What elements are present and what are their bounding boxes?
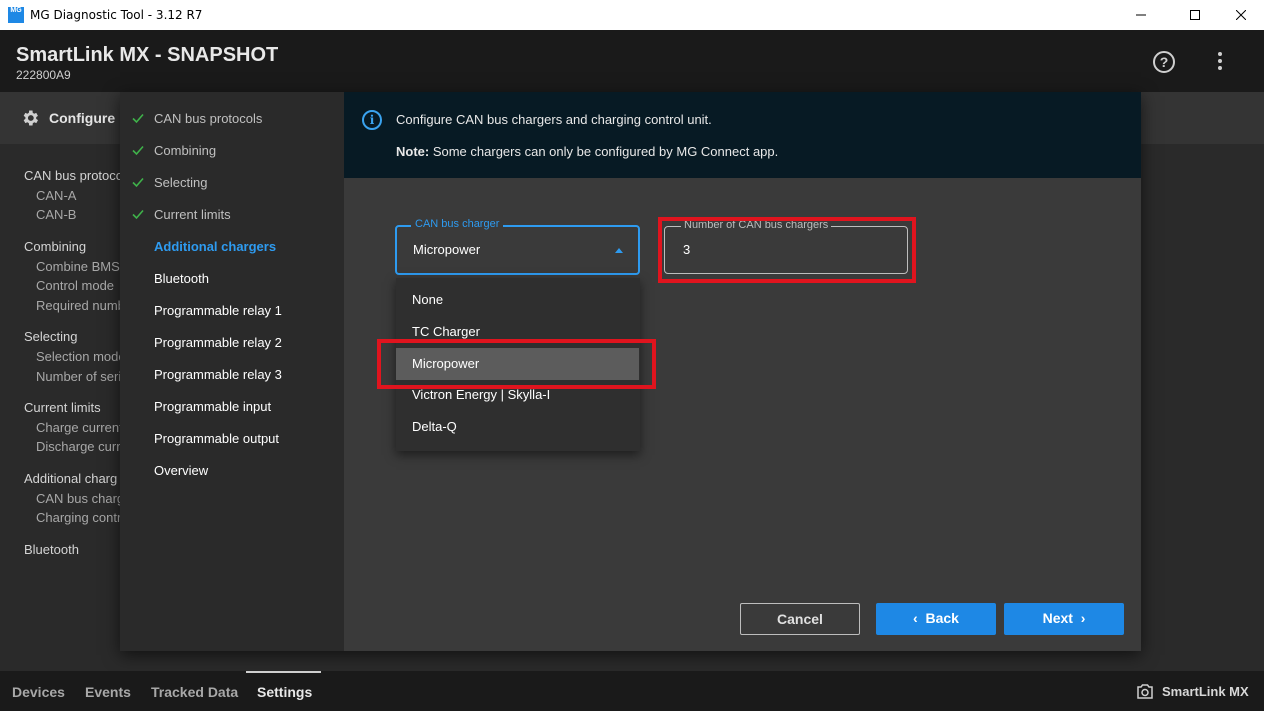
maximize-button[interactable]: [1172, 0, 1218, 30]
close-button[interactable]: [1218, 0, 1264, 30]
help-icon[interactable]: ?: [1153, 51, 1175, 73]
bg-item[interactable]: Required numb: [36, 298, 125, 313]
app-header: SmartLink MX - SNAPSHOT 222800A9 ?: [0, 30, 1264, 92]
caret-up-icon: [615, 248, 623, 253]
bottom-nav: Devices Events Tracked Data Settings Sma…: [0, 671, 1264, 711]
step-programmable-relay-1[interactable]: Programmable relay 1: [154, 303, 282, 318]
bg-group[interactable]: Combining: [24, 239, 86, 254]
bg-group[interactable]: Additional charg: [24, 471, 117, 486]
note-text: Some chargers can only be configured by …: [429, 144, 779, 159]
highlight-box: [658, 217, 916, 283]
step-programmable-relay-3[interactable]: Programmable relay 3: [154, 367, 282, 382]
device-title: SmartLink MX - SNAPSHOT: [16, 44, 279, 66]
minimize-icon: [1136, 14, 1146, 16]
info-note: Note: Some chargers can only be configur…: [396, 144, 778, 159]
step-overview[interactable]: Overview: [154, 463, 208, 478]
cancel-button[interactable]: Cancel: [740, 603, 860, 635]
step-bluetooth[interactable]: Bluetooth: [154, 271, 209, 286]
highlight-box: [377, 339, 656, 389]
info-text: Configure CAN bus chargers and charging …: [396, 112, 712, 127]
check-icon: [132, 177, 144, 188]
can-bus-charger-label: CAN bus charger: [411, 218, 504, 230]
configuration-wizard-dialog: CAN bus protocols Combining Selecting Cu…: [120, 92, 1141, 651]
bg-group[interactable]: Current limits: [24, 400, 101, 415]
bg-item[interactable]: Charging contr: [36, 510, 121, 525]
camera-icon[interactable]: [1136, 684, 1154, 699]
step-combining[interactable]: Combining: [154, 143, 216, 158]
bg-group[interactable]: Bluetooth: [24, 542, 79, 557]
next-button[interactable]: Next ›: [1004, 603, 1124, 635]
close-icon: [1236, 10, 1246, 20]
bg-item[interactable]: CAN-A: [36, 188, 76, 203]
window-title: MG Diagnostic Tool - 3.12 R7: [30, 8, 203, 22]
step-current-limits[interactable]: Current limits: [154, 207, 231, 222]
tab-events[interactable]: Events: [85, 684, 131, 700]
active-tab-indicator: [246, 671, 321, 673]
bg-item[interactable]: Discharge curr: [36, 439, 121, 454]
app-logo-icon: MG: [8, 7, 24, 23]
step-selecting[interactable]: Selecting: [154, 175, 207, 190]
wizard-steps-list: CAN bus protocols Combining Selecting Cu…: [120, 92, 344, 651]
info-banner: i Configure CAN bus chargers and chargin…: [344, 92, 1141, 178]
chevron-left-icon: ‹: [913, 610, 918, 626]
bg-item[interactable]: CAN bus charg: [36, 491, 124, 506]
note-label: Note:: [396, 144, 430, 159]
maximize-icon: [1190, 10, 1200, 20]
check-icon: [132, 113, 144, 124]
tab-tracked-data[interactable]: Tracked Data: [151, 684, 238, 700]
back-button[interactable]: ‹ Back: [876, 603, 996, 635]
step-additional-chargers[interactable]: Additional chargers: [154, 239, 276, 254]
tab-devices[interactable]: Devices: [12, 684, 65, 700]
bg-item[interactable]: Number of seri: [36, 369, 121, 384]
bg-item[interactable]: Charge current: [36, 420, 123, 435]
bg-item[interactable]: Selection mode: [36, 349, 126, 364]
can-bus-charger-select[interactable]: CAN bus charger Micropower: [395, 218, 640, 275]
device-serial: 222800A9: [16, 68, 71, 82]
check-icon: [132, 209, 144, 220]
back-label: Back: [925, 610, 959, 626]
wizard-content: i Configure CAN bus chargers and chargin…: [344, 92, 1141, 651]
step-programmable-output[interactable]: Programmable output: [154, 431, 279, 446]
chevron-right-icon: ›: [1080, 610, 1086, 626]
bg-group[interactable]: Selecting: [24, 329, 77, 344]
connected-device-label: SmartLink MX: [1162, 684, 1249, 699]
more-options-icon[interactable]: [1210, 50, 1230, 74]
bg-item[interactable]: Combine BMSs: [36, 259, 126, 274]
tab-settings[interactable]: Settings: [257, 684, 312, 700]
bg-item[interactable]: Control mode: [36, 278, 114, 293]
can-bus-charger-value: Micropower: [413, 242, 481, 257]
option-none[interactable]: None: [396, 284, 640, 316]
option-delta-q[interactable]: Delta-Q: [396, 411, 640, 443]
configure-label: Configure: [49, 110, 116, 126]
step-programmable-input[interactable]: Programmable input: [154, 399, 271, 414]
minimize-button[interactable]: [1118, 0, 1164, 30]
bg-group[interactable]: CAN bus protoco: [24, 168, 123, 183]
bg-item[interactable]: CAN-B: [36, 207, 76, 222]
window-titlebar: MG MG Diagnostic Tool - 3.12 R7: [0, 0, 1264, 30]
gear-icon: [23, 110, 38, 126]
step-programmable-relay-2[interactable]: Programmable relay 2: [154, 335, 282, 350]
check-icon: [132, 145, 144, 156]
next-label: Next: [1042, 610, 1073, 626]
step-can-bus-protocols[interactable]: CAN bus protocols: [154, 111, 262, 126]
info-icon: i: [362, 110, 382, 130]
